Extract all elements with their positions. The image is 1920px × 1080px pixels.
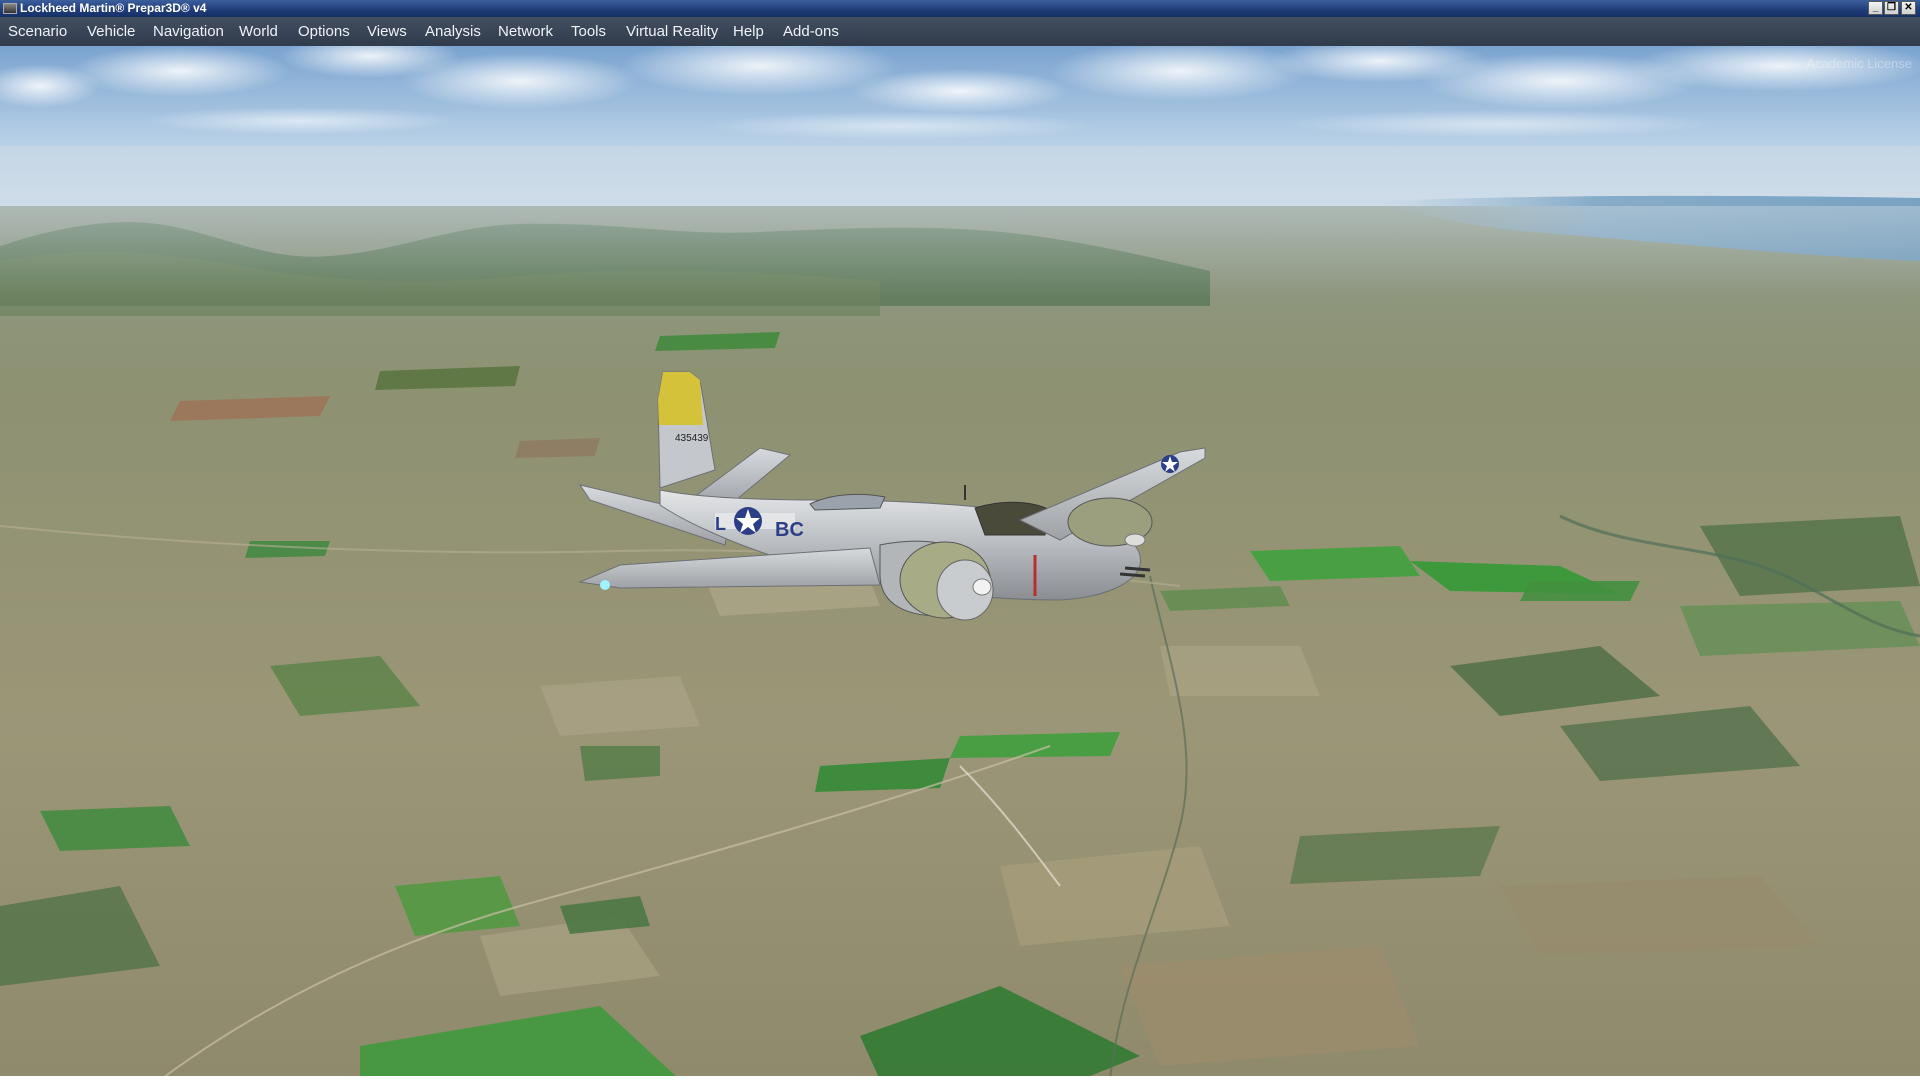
menu-views[interactable]: Views xyxy=(367,17,407,46)
tail-serial: 435439 xyxy=(675,433,709,444)
menu-add-ons[interactable]: Add-ons xyxy=(783,17,839,46)
fuselage-code-right: BC xyxy=(775,519,804,541)
menu-analysis[interactable]: Analysis xyxy=(425,17,481,46)
minimize-button[interactable]: _ xyxy=(1868,1,1883,15)
menu-navigation[interactable]: Navigation xyxy=(153,17,224,46)
menu-options[interactable]: Options xyxy=(298,17,350,46)
maximize-button[interactable]: ❐ xyxy=(1884,1,1899,15)
scene-render: 435439 L BC xyxy=(0,46,1920,1080)
fuselage-code-left: L xyxy=(715,514,726,534)
license-watermark: Academic License xyxy=(1806,56,1913,71)
menu-help[interactable]: Help xyxy=(733,17,764,46)
bottom-edge xyxy=(0,1076,1920,1080)
app-icon[interactable] xyxy=(3,3,17,14)
menu-world[interactable]: World xyxy=(239,17,278,46)
menu-scenario[interactable]: Scenario xyxy=(8,17,67,46)
flight-viewport[interactable]: 435439 L BC Academic License xyxy=(0,46,1920,1080)
title-bar[interactable]: Lockheed Martin® Prepar3D® v4 _ ❐ ✕ xyxy=(0,0,1920,17)
menu-network[interactable]: Network xyxy=(498,17,553,46)
window-title: Lockheed Martin® Prepar3D® v4 xyxy=(20,1,207,15)
close-button[interactable]: ✕ xyxy=(1901,1,1916,15)
menu-bar: Scenario Vehicle Navigation World Option… xyxy=(0,17,1920,47)
menu-tools[interactable]: Tools xyxy=(571,17,606,46)
menu-virtual-reality[interactable]: Virtual Reality xyxy=(626,17,718,46)
menu-vehicle[interactable]: Vehicle xyxy=(87,17,135,46)
